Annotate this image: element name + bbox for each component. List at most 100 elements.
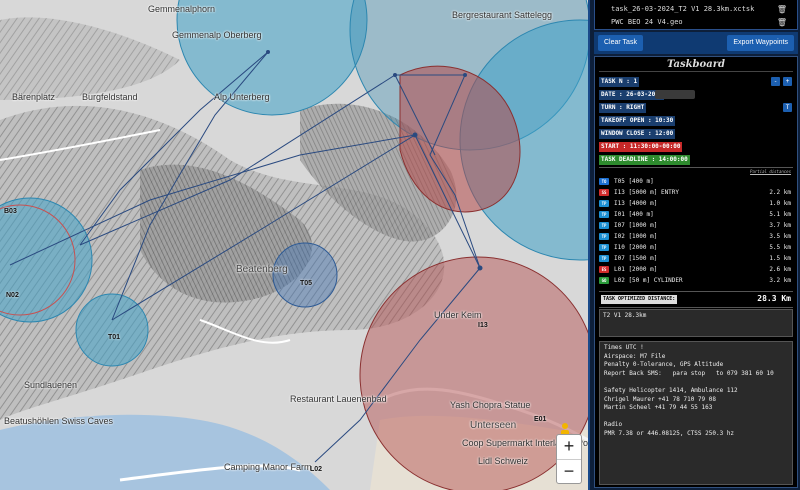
- map-label-restaurant: Restaurant Lauenenbad: [290, 394, 387, 404]
- zoom-control: + −: [556, 434, 582, 484]
- turnpoint-type-badge: GO: [599, 277, 609, 284]
- zoom-out-button[interactable]: −: [557, 459, 581, 483]
- turnpoint-distance: 1.5 km: [769, 255, 791, 262]
- task-description-input[interactable]: T2 V1 28.3km: [599, 309, 793, 337]
- map-label-oberberg: Gemmenalp Oberberg: [172, 30, 262, 40]
- turnpoint-row[interactable]: TP I02 [1000 m] 3.5 km: [599, 232, 793, 242]
- waypoint-l02[interactable]: L02: [310, 466, 322, 473]
- turnpoint-distance: 3.5 km: [769, 233, 791, 240]
- waypoint-b03[interactable]: B03: [4, 208, 17, 215]
- turnpoint-type-badge: TP: [599, 200, 609, 207]
- taskboard-title: Taskboard: [667, 59, 725, 70]
- map-label-underkeim: Under Keim: [434, 310, 482, 320]
- title-divider: [599, 71, 793, 72]
- task-map[interactable]: Gemmenalphorn Gemmenalp Oberberg Bergres…: [0, 0, 588, 490]
- trash-icon[interactable]: 🗑: [777, 5, 787, 14]
- notes-line: Radio: [604, 421, 623, 429]
- turnpoint-type-badge: TP: [599, 255, 609, 262]
- notes-content: Times UTC ! Airspace: M7 File Penalty 0-To…: [604, 344, 788, 439]
- turnpoint-name: I10 [2000 m]: [614, 244, 658, 251]
- trash-icon[interactable]: 🗑: [777, 18, 787, 27]
- map-label-unterseen: Unterseen: [470, 420, 517, 431]
- divider: [599, 167, 793, 168]
- divider: [599, 307, 793, 308]
- turnpoint-row[interactable]: TP I13 [4000 m] 1.0 km: [599, 199, 793, 209]
- turn-toggle-button[interactable]: T: [783, 103, 792, 112]
- notes-line: Penalty 0-Tolerance, GPS Altitude: [604, 361, 724, 369]
- turnpoint-type-badge: TP: [599, 222, 609, 229]
- optimized-distance-value: 28.3 Km: [757, 294, 791, 303]
- optimized-distance-label: TASK OPTIMIZED DISTANCE:: [601, 295, 678, 304]
- waypoint-t01[interactable]: T01: [108, 334, 120, 341]
- turnpoint-distance: 2.6 km: [769, 266, 791, 273]
- notes-line: [604, 413, 788, 422]
- file-item-waypoints[interactable]: PWC BEO 24 V4.geo: [611, 18, 683, 26]
- action-bar: Clear Task Export Waypoints: [594, 32, 798, 54]
- taskboard: Taskboard TASK N : 1 - + DATE : 26-03-20…: [594, 56, 798, 488]
- map-label-lidl: Lidl Schweiz: [478, 456, 529, 466]
- notes-line: Airspace: M7 File: [604, 352, 666, 360]
- turnpoint-name: I13 [4000 m]: [614, 200, 658, 207]
- notes-line: [604, 378, 788, 387]
- turnpoint-distance: 5.5 km: [769, 244, 791, 251]
- optimized-distance-row: TASK OPTIMIZED DISTANCE: 28.3 Km: [599, 293, 793, 305]
- turnpoint-distance: 2.2 km: [769, 189, 791, 196]
- waypoint-n02[interactable]: N02: [6, 292, 19, 299]
- notes-line: Times UTC !: [604, 344, 644, 351]
- divider: [599, 291, 793, 292]
- task-number-field: TASK N : 1: [599, 77, 640, 87]
- notes-line: Chrigel Maurer +41 78 710 79 08: [604, 395, 716, 403]
- turnpoint-name: L02 [50 m] CYLINDER: [614, 277, 683, 284]
- turnpoint-row[interactable]: ES L01 [2000 m] 2.6 km: [599, 265, 793, 275]
- turnpoint-distance: 3.7 km: [769, 222, 791, 229]
- task-deadline-field[interactable]: TASK DEADLINE : 14:00:00: [599, 155, 690, 165]
- map-label-aluhutte: Alp Unterberg: [214, 92, 270, 102]
- waypoint-i13[interactable]: I13: [478, 322, 488, 329]
- turnpoint-distance: 5.1 km: [769, 211, 791, 218]
- turnpoint-row[interactable]: SS I13 [5000 m] ENTRY 2.2 km: [599, 188, 793, 198]
- map-label-beatenberg: Beatenberg: [236, 264, 288, 275]
- turnpoint-row[interactable]: TO T05 [400 m]: [599, 177, 793, 187]
- clear-task-button[interactable]: Clear Task: [598, 35, 643, 51]
- file-item-task[interactable]: task_26-03-2024_T2 V1 28.3km.xctsk: [611, 5, 754, 13]
- turnpoint-type-badge: TP: [599, 233, 609, 240]
- waypoint-e01[interactable]: E01: [534, 416, 546, 423]
- task-panel: task_26-03-2024_T2 V1 28.3km.xctsk 🗑 PWC…: [588, 0, 800, 490]
- partial-distances-label: Partial distances: [750, 169, 791, 174]
- turnpoint-row[interactable]: GO L02 [50 m] CYLINDER 3.2 km: [599, 276, 793, 286]
- turnpoint-name: L01 [2000 m]: [614, 266, 658, 273]
- turnpoint-row[interactable]: TP I01 [400 m] 5.1 km: [599, 210, 793, 220]
- turn-field: TURN : RIGHT: [599, 103, 647, 113]
- turnpoint-name: T05 [400 m]: [614, 178, 654, 185]
- turnpoint-distance: 1.0 km: [769, 200, 791, 207]
- turnpoint-type-badge: SS: [599, 189, 609, 196]
- notes-line: Martin Scheel +41 79 44 55 163: [604, 404, 713, 412]
- zoom-in-button[interactable]: +: [557, 435, 581, 459]
- map-label-gemmenalp: Gemmenalphorn: [148, 4, 216, 14]
- turnpoint-type-badge: TP: [599, 211, 609, 218]
- turnpoint-name: I02 [1000 m]: [614, 233, 658, 240]
- turnpoint-row[interactable]: TP I07 [1500 m] 1.5 km: [599, 254, 793, 264]
- map-label-barenplatz: Bärenplatz: [12, 92, 56, 102]
- waypoint-t05[interactable]: T05: [300, 280, 312, 287]
- start-field[interactable]: START : 11:30:00-00:00: [599, 142, 683, 152]
- turnpoint-name: I07 [1000 m]: [614, 222, 658, 229]
- export-waypoints-button[interactable]: Export Waypoints: [727, 35, 794, 51]
- task-notes-textarea[interactable]: Times UTC ! Airspace: M7 File Penalty 0-To…: [599, 341, 793, 485]
- turnpoint-name: I07 [1500 m]: [614, 255, 658, 262]
- file-list: task_26-03-2024_T2 V1 28.3km.xctsk 🗑 PWC…: [594, 0, 798, 30]
- turnpoint-row[interactable]: TP I10 [2000 m] 5.5 km: [599, 243, 793, 253]
- turnpoint-name: I01 [400 m]: [614, 211, 654, 218]
- turnpoint-row[interactable]: TP I07 [1000 m] 3.7 km: [599, 221, 793, 231]
- task-decrement-button[interactable]: -: [771, 77, 780, 86]
- notes-line: PMR 7.38 or 446.08125, CTSS 250.3 hz: [604, 429, 735, 437]
- date-input[interactable]: [655, 90, 695, 99]
- turnpoint-name: I13 [5000 m] ENTRY: [614, 189, 680, 196]
- map-label-camping: Camping Manor Farm: [224, 462, 312, 472]
- notes-line: Safety Helicopter 1414, Ambulance 112: [604, 386, 738, 394]
- notes-line: Report Back SMS: para stop to 079 381 60…: [604, 369, 774, 377]
- takeoff-open-field[interactable]: TAKEOFF OPEN : 10:30: [599, 116, 676, 126]
- task-increment-button[interactable]: +: [783, 77, 792, 86]
- window-close-field[interactable]: WINDOW CLOSE : 12:00: [599, 129, 676, 139]
- map-label-sattelegg: Bergrestaurant Sattelegg: [452, 10, 553, 20]
